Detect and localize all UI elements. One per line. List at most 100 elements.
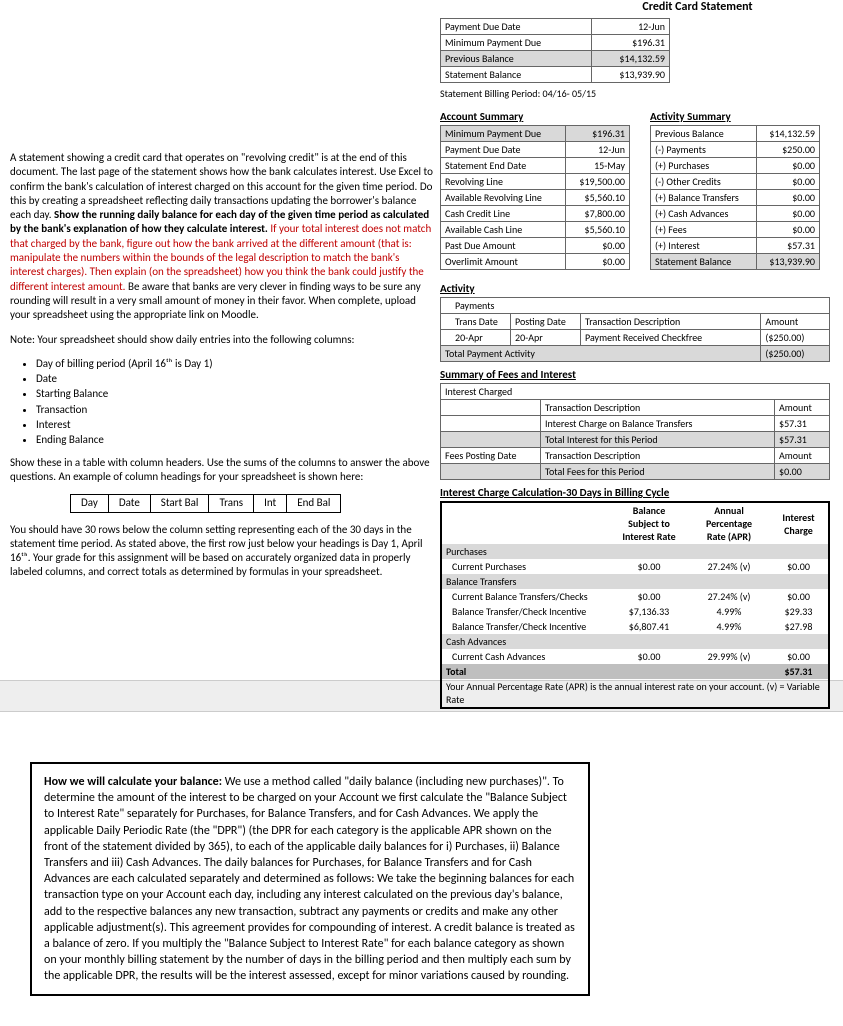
fees-sub: Interest Charged [441,384,830,400]
row-label: Cash Credit Line [441,206,566,222]
row-label: (-) Payments [651,142,757,158]
row-label: (+) Fees [651,222,757,238]
row-label: (+) Balance Transfers [651,190,757,206]
row-label: Available Cash Line [441,222,566,238]
cell: Interest Charge on Balance Transfers [541,416,775,432]
row-val: 12-Jun [591,19,669,35]
row-label: Minimum Payment Due [441,126,566,142]
fees-heading: Summary of Fees and Interest [440,368,835,381]
row-label: Statement Balance [441,67,592,83]
cell: ($250.00) [761,330,830,346]
col: Posting Date [511,314,581,330]
ex-col: Trans [209,495,254,512]
row-val: 15-May [565,158,629,174]
interest-calc-heading: Interest Charge Calculation-30 Days in B… [440,486,835,499]
cell: Total Fees for this Period [541,464,775,480]
col: Amount [761,314,830,330]
row-val: $196.31 [591,35,669,51]
cell [441,432,541,448]
bullet: Day of billing period (April 16ᵗʰ is Day… [36,357,435,371]
cell [441,416,541,432]
instr-p2: Note: Your spreadsheet should show daily… [10,333,435,347]
cell: 27.24% (v) [689,589,769,604]
category: Purchases [441,544,829,559]
ex-col: Start Bal [150,495,209,512]
row-val: $13,939.90 [757,254,820,270]
col: Trans Date [441,314,511,330]
bullet: Starting Balance [36,387,435,401]
row-label: Statement Balance [651,254,757,270]
total-label: Total Payment Activity [441,346,761,362]
item-label: Balance Transfer/Check Incentive [441,619,609,634]
item-label: Current Purchases [441,559,609,574]
ex-col: Int [254,495,287,512]
example-headers-table: Day Date Start Bal Trans Int End Bal [70,494,341,512]
item-label: Balance Transfer/Check Incentive [441,604,609,619]
row-val: $7,800.00 [565,206,629,222]
bullet: Interest [36,418,435,432]
cell: $0.00 [609,559,689,574]
row-label: Payment Due Date [441,142,566,158]
instr-p1: A statement showing a credit card that o… [10,151,435,323]
row-val: $5,560.10 [565,190,629,206]
row-val: 12-Jun [565,142,629,158]
hdr: AnnualPercentageRate (APR) [689,502,769,544]
cell: 4.99% [689,619,769,634]
cell: 20-Apr [441,330,511,346]
cell: Payment Received Checkfree [581,330,761,346]
cell: 29.99% (v) [689,649,769,664]
billing-period: Statement Billing Period: 04/16- 05/15 [440,87,835,100]
row-label: Payment Due Date [441,19,592,35]
row-val: $57.31 [757,238,820,254]
interest-calc-table: BalanceSubject toInterest RateAnnualPerc… [440,501,830,709]
cell [441,400,541,416]
total-val: $57.31 [769,664,829,679]
bullet: Ending Balance [36,433,435,447]
instr-p3: Show these in a table with column header… [10,456,435,485]
category: Balance Transfers [441,574,829,589]
ex-col: End Bal [287,495,341,512]
cell: $0.00 [609,589,689,604]
category: Cash Advances [441,634,829,649]
activity-summary-heading: Activity Summary [650,110,820,123]
row-val: $13,939.90 [591,67,669,83]
hdr: BalanceSubject toInterest Rate [609,502,689,544]
row-label: Statement End Date [441,158,566,174]
cell: 20-Apr [511,330,581,346]
cell: Total Interest for this Period [541,432,775,448]
col: Transaction Description [581,314,761,330]
cell [441,464,541,480]
cell: $0.00 [775,464,830,480]
row-val: $14,132.59 [757,126,820,142]
balance-calculation-box: How we will calculate your balance: We u… [30,762,590,996]
activity-sub: Payments [441,298,830,314]
bullet: Transaction [36,403,435,417]
total-label: Total [441,664,609,679]
cell: $29.33 [769,604,829,619]
ex-col: Day [71,495,109,512]
cell: 27.24% (v) [689,559,769,574]
row-label: Available Revolving Line [441,190,566,206]
top-summary-table: Payment Due Date12-JunMinimum Payment Du… [440,18,670,83]
item-label: Current Balance Transfers/Checks [441,589,609,604]
activity-summary-table: Previous Balance$14,132.59(-) Payments$2… [650,125,820,270]
row-val: $0.00 [757,174,820,190]
cell: Transaction Description [541,448,775,464]
row-val: $5,560.10 [565,222,629,238]
cell: $0.00 [609,649,689,664]
row-val: $0.00 [757,222,820,238]
row-label: Revolving Line [441,174,566,190]
cell: $0.00 [769,649,829,664]
fees-table: Interest ChargedTransaction DescriptionA… [440,383,830,480]
row-val: $250.00 [757,142,820,158]
row-label: Past Due Amount [441,238,566,254]
hdr: InterestCharge [769,502,829,544]
row-val: $0.00 [757,206,820,222]
activity-heading: Activity [440,282,835,295]
row-val: $196.31 [565,126,629,142]
item-label: Current Cash Advances [441,649,609,664]
account-summary-heading: Account Summary [440,110,630,123]
row-val: $0.00 [565,254,629,270]
account-summary-table: Minimum Payment Due$196.31Payment Due Da… [440,125,630,270]
row-label: Overlimit Amount [441,254,566,270]
